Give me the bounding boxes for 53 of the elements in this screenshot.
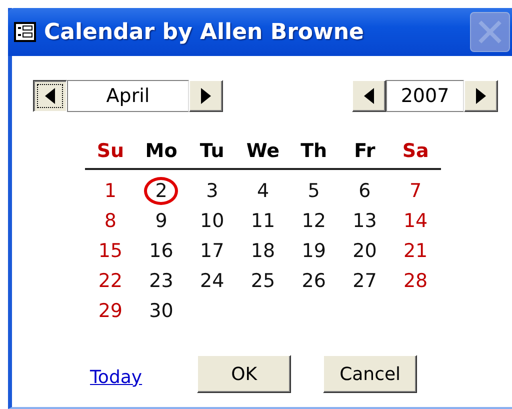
day-number[interactable]: 11 [246, 207, 280, 235]
day-number[interactable]: 28 [398, 267, 433, 295]
day-number[interactable]: 18 [246, 237, 280, 265]
day-number[interactable]: 6 [348, 177, 382, 205]
day-number[interactable]: 9 [144, 207, 178, 235]
weekday-header: We [245, 139, 281, 164]
day-number[interactable]: 29 [93, 297, 128, 325]
day-number[interactable]: 22 [93, 267, 128, 295]
day-number[interactable]: 24 [195, 267, 230, 295]
day-number[interactable]: 30 [144, 297, 178, 325]
day-number[interactable]: 8 [93, 207, 128, 235]
weekday-header: Tu [198, 139, 226, 164]
day-number[interactable]: 25 [246, 267, 280, 295]
year-field[interactable]: 2007 [386, 80, 464, 112]
day-number[interactable]: 23 [144, 267, 178, 295]
day-number[interactable]: 16 [144, 237, 178, 265]
dialog-button[interactable]: Cancel [323, 355, 418, 393]
weekday-header: Sa [401, 139, 430, 164]
day-number[interactable]: 17 [195, 237, 230, 265]
previous-year-button[interactable] [352, 80, 386, 112]
close-icon [477, 19, 503, 45]
day-number[interactable]: 15 [93, 237, 128, 265]
left-triangle-icon [45, 88, 55, 104]
weekday-header: Fr [353, 139, 376, 164]
weekday-header: Su [96, 139, 126, 164]
day-number[interactable]: 27 [348, 267, 382, 295]
next-year-button[interactable] [464, 80, 498, 112]
month-field[interactable]: April [67, 80, 189, 112]
left-triangle-icon [364, 88, 374, 104]
day-number[interactable]: 2 [144, 177, 178, 205]
day-number[interactable]: 12 [296, 207, 331, 235]
right-triangle-icon [201, 88, 211, 104]
day-number[interactable]: 4 [246, 177, 280, 205]
day-number[interactable]: 10 [195, 207, 230, 235]
next-month-button[interactable] [189, 80, 223, 112]
day-number[interactable]: 14 [398, 207, 433, 235]
day-number[interactable]: 1 [93, 177, 128, 205]
dialog-button[interactable]: OK [197, 355, 292, 393]
weekday-header: Th [300, 139, 328, 164]
window-title: Calendar by Allen Browne [44, 20, 365, 44]
today-link[interactable]: Today [90, 366, 142, 388]
day-number[interactable]: 21 [398, 237, 433, 265]
day-number[interactable]: 13 [348, 207, 382, 235]
weekday-header: Mo [144, 139, 178, 164]
day-number[interactable]: 5 [296, 177, 331, 205]
day-number[interactable]: 19 [296, 237, 331, 265]
day-number[interactable]: 26 [296, 267, 331, 295]
right-triangle-icon [476, 88, 486, 104]
day-number[interactable]: 3 [195, 177, 230, 205]
form-icon [14, 22, 36, 42]
day-number[interactable]: 7 [398, 177, 433, 205]
previous-month-button[interactable] [33, 80, 67, 112]
day-number[interactable]: 20 [348, 237, 382, 265]
